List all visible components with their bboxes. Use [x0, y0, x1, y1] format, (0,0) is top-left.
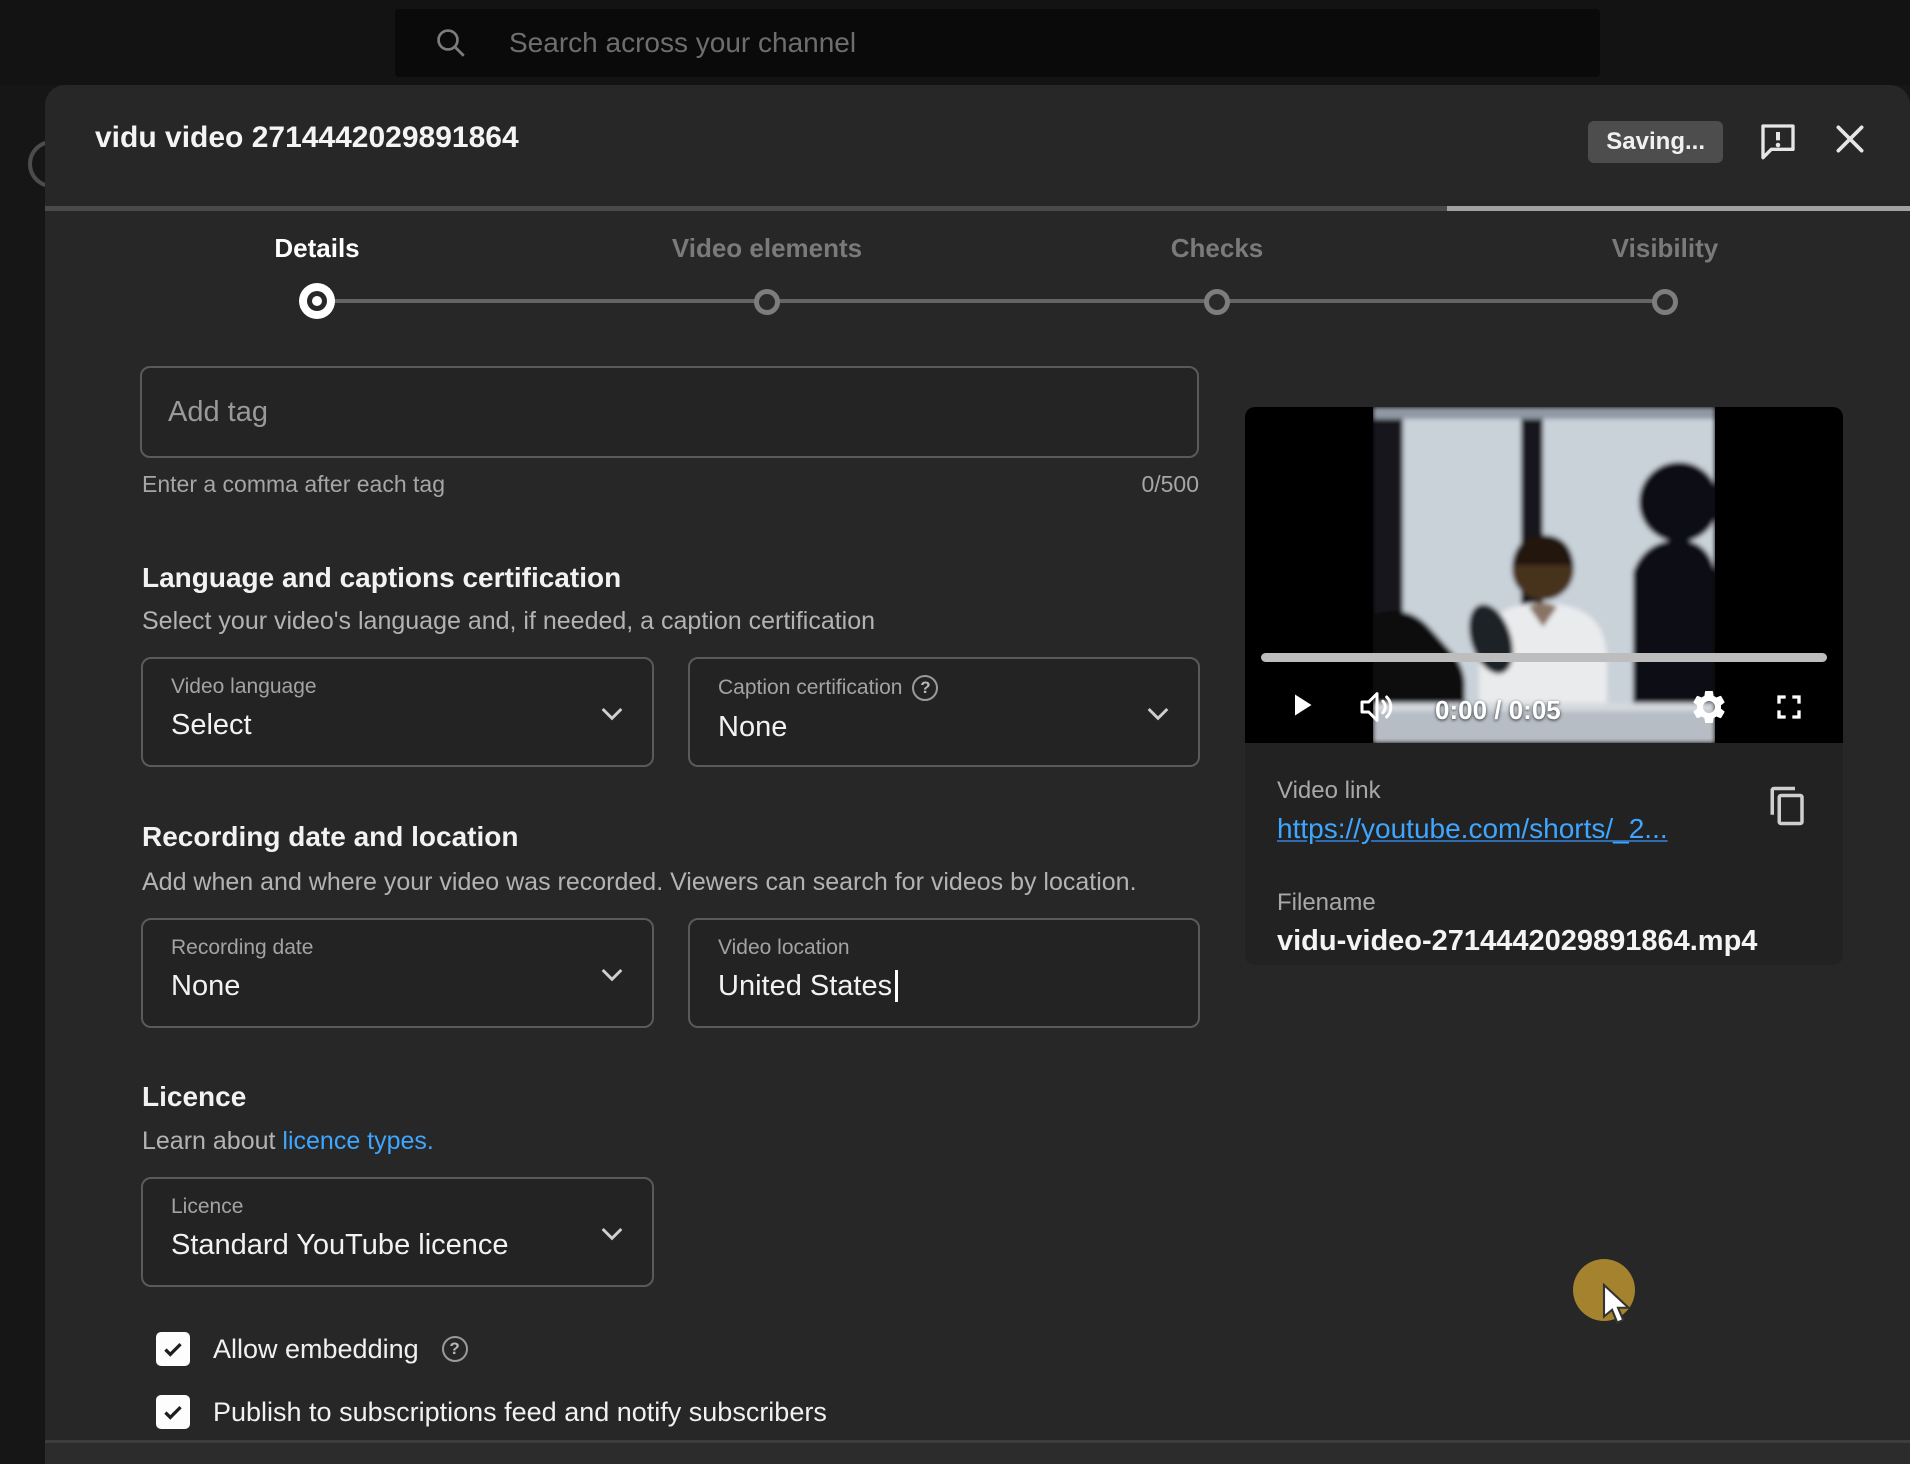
- close-icon: [1830, 119, 1870, 159]
- filename-label: Filename: [1277, 889, 1376, 917]
- volume-icon[interactable]: [1357, 687, 1397, 727]
- copy-icon: [1767, 785, 1809, 827]
- dialog-title: vidu video 2714442029891864: [95, 121, 519, 155]
- settings-gear-icon[interactable]: [1689, 687, 1729, 727]
- step-dot-details[interactable]: [299, 283, 335, 319]
- channel-search-box[interactable]: [395, 9, 1600, 77]
- fullscreen-icon[interactable]: [1769, 687, 1809, 727]
- licence-value: Standard YouTube licence: [171, 1229, 652, 1262]
- player-time: 0:00 / 0:05: [1435, 695, 1561, 726]
- video-preview-card: 0:00 / 0:05 Video link https://youtube.c…: [1245, 407, 1843, 965]
- allow-embedding-checkbox[interactable]: [156, 1332, 190, 1366]
- header-progress-segment: [1447, 206, 1910, 211]
- publish-subscriptions-checkbox[interactable]: [156, 1395, 190, 1429]
- learn-about-text: Learn about: [142, 1127, 282, 1155]
- header-divider: [45, 206, 1447, 211]
- recording-date-label: Recording date: [171, 936, 652, 960]
- caption-certification-label: Caption certification: [718, 676, 902, 700]
- add-tag-input[interactable]: [142, 368, 1197, 456]
- step-details[interactable]: Details: [167, 233, 467, 264]
- mouse-cursor-icon: [1597, 1283, 1639, 1329]
- video-details-dialog: vidu video 2714442029891864 Saving... De…: [45, 85, 1910, 1464]
- video-link-label: Video link: [1277, 777, 1381, 805]
- video-player[interactable]: 0:00 / 0:05: [1245, 407, 1843, 743]
- checkmark-icon: [160, 1399, 186, 1425]
- video-location-label: Video location: [718, 936, 1198, 960]
- video-location-field[interactable]: Video location United States: [688, 918, 1200, 1028]
- licence-dropdown[interactable]: Licence Standard YouTube licence: [141, 1177, 654, 1287]
- step-dot-visibility[interactable]: [1652, 289, 1678, 315]
- step-dot-video-elements[interactable]: [754, 289, 780, 315]
- text-cursor: [895, 970, 898, 1002]
- search-input[interactable]: [509, 27, 1409, 59]
- video-thumbnail: [1373, 407, 1715, 743]
- video-link-url[interactable]: https://youtube.com/shorts/_2...: [1277, 813, 1668, 845]
- recording-section-subtitle: Add when and where your video was record…: [142, 868, 1137, 897]
- chevron-down-icon: [596, 1217, 628, 1249]
- step-dot-core: [312, 296, 322, 306]
- filename-value: vidu-video-2714442029891864.mp4: [1277, 925, 1757, 958]
- feedback-button[interactable]: [1758, 121, 1798, 161]
- studio-topbar: [0, 0, 1910, 85]
- play-icon[interactable]: [1283, 687, 1319, 723]
- language-section-subtitle: Select your video's language and, if nee…: [142, 607, 875, 636]
- allow-embedding-label: Allow embedding: [213, 1334, 419, 1365]
- recording-date-dropdown[interactable]: Recording date None: [141, 918, 654, 1028]
- chevron-down-icon: [596, 958, 628, 990]
- step-dot-checks[interactable]: [1204, 289, 1230, 315]
- step-video-elements[interactable]: Video elements: [617, 233, 917, 264]
- step-visibility[interactable]: Visibility: [1515, 233, 1815, 264]
- video-language-label: Video language: [171, 675, 652, 699]
- publish-subscriptions-label: Publish to subscriptions feed and notify…: [213, 1397, 827, 1428]
- dialog-footer: [45, 1443, 1910, 1464]
- stepper-connector: [317, 299, 1665, 303]
- video-language-value: Select: [171, 709, 652, 742]
- help-icon[interactable]: ?: [912, 675, 938, 701]
- tag-helper-text: Enter a comma after each tag: [142, 471, 445, 498]
- video-info-panel: Video link https://youtube.com/shorts/_2…: [1245, 743, 1843, 965]
- step-checks[interactable]: Checks: [1067, 233, 1367, 264]
- language-section-heading: Language and captions certification: [142, 562, 621, 594]
- close-button[interactable]: [1830, 119, 1870, 159]
- copy-link-button[interactable]: [1767, 785, 1809, 827]
- saving-status-badge: Saving...: [1588, 121, 1723, 163]
- video-location-value[interactable]: United States: [718, 970, 892, 1002]
- recording-date-value: None: [171, 970, 652, 1003]
- caption-certification-dropdown[interactable]: Caption certification ? None: [688, 657, 1200, 767]
- chevron-down-icon: [1142, 697, 1174, 729]
- tag-char-counter: 0/500: [1141, 471, 1199, 498]
- feedback-icon: [1758, 121, 1798, 161]
- help-icon[interactable]: ?: [442, 1336, 468, 1362]
- chevron-down-icon: [596, 697, 628, 729]
- licence-types-link[interactable]: licence types.: [282, 1127, 433, 1155]
- caption-certification-value: None: [718, 711, 1198, 744]
- recording-section-heading: Recording date and location: [142, 821, 518, 853]
- video-language-dropdown[interactable]: Video language Select: [141, 657, 654, 767]
- player-progress-bar[interactable]: [1261, 653, 1827, 662]
- step-dot-gap: [307, 291, 327, 311]
- licence-section-heading: Licence: [142, 1081, 246, 1113]
- screen: vidu video 2714442029891864 Saving... De…: [0, 0, 1910, 1464]
- search-icon: [433, 25, 469, 61]
- licence-label: Licence: [171, 1195, 652, 1219]
- checkmark-icon: [160, 1336, 186, 1362]
- add-tag-field[interactable]: [140, 366, 1199, 458]
